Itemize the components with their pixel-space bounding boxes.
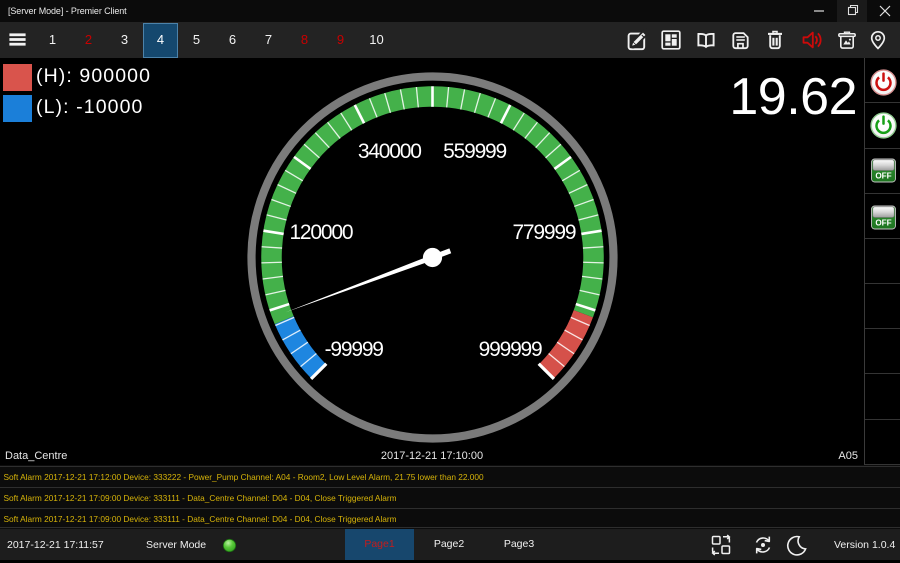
svg-text:999999: 999999 — [479, 338, 542, 361]
svg-text:OFF: OFF — [875, 172, 891, 181]
svg-text:779999: 779999 — [512, 221, 575, 244]
svg-text:559999: 559999 — [443, 140, 506, 163]
svg-text:-99999: -99999 — [325, 338, 384, 361]
svg-text:OFF: OFF — [875, 218, 891, 227]
svg-text:340000: 340000 — [358, 140, 421, 163]
svg-text:120000: 120000 — [289, 221, 352, 244]
